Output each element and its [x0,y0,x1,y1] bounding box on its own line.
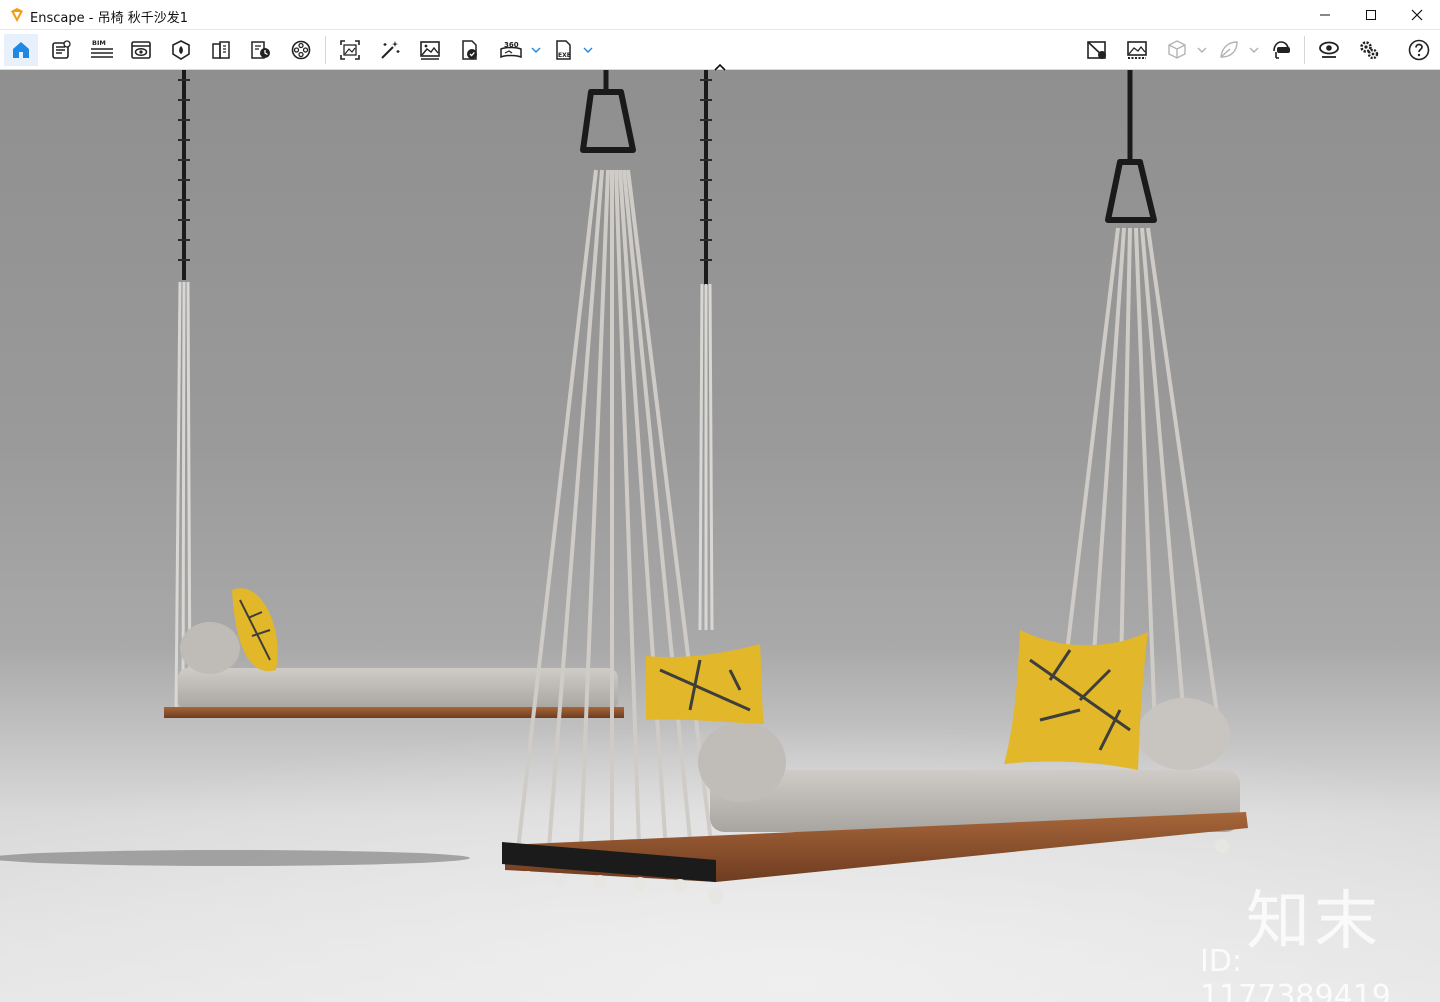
project-info-button[interactable] [44,34,78,66]
panorama-360-icon: 360 [500,41,522,59]
collapse-toolbar-button[interactable] [710,58,730,71]
app-name: Enscape [30,11,85,26]
image-export-button[interactable] [413,34,447,66]
batch-render-icon [251,41,270,59]
screenshot-button[interactable] [333,34,367,66]
views-button[interactable] [124,34,158,66]
title-bar: Enscape - 吊椅 秋千沙发1 [0,0,1440,30]
toolbar-separator [325,36,326,64]
video-editor-icon [291,40,311,60]
web-standalone-icon [462,40,477,60]
bim-button[interactable]: BIM [84,34,118,66]
map-off-button[interactable] [1080,34,1114,66]
cube-icon [1168,40,1186,59]
settings-icon [1360,41,1379,60]
screenshot-icon [340,40,360,60]
chevron-up-icon [714,63,726,71]
magic-wand-icon [381,41,400,59]
project-info-icon [52,40,71,59]
document-name: 吊椅 秋千沙发1 [97,11,188,26]
minimize-icon [1320,14,1330,16]
watermark-id: ID: 1177389419 [1200,944,1391,1002]
asset-library-button[interactable] [164,34,198,66]
front-swing [502,70,1248,904]
render-viewport[interactable]: 知末 ID: 1177389419 [0,70,1440,1002]
panorama-360-button[interactable]: 360 [493,34,527,66]
material-editor-button[interactable] [204,34,238,66]
material-editor-icon [212,41,230,59]
vr-headset-icon [1273,41,1290,59]
home-button[interactable] [4,34,38,66]
window-title: Enscape - 吊椅 秋千沙发1 [30,11,188,26]
panorama-dropdown-caret[interactable] [531,42,541,56]
views-icon [131,41,151,59]
home-icon [13,42,29,58]
settings-button[interactable] [1352,34,1386,66]
exe-export-icon: EXE [556,40,571,60]
web-standalone-button[interactable] [453,34,487,66]
magic-wand-button[interactable] [373,34,407,66]
help-icon [1408,39,1430,61]
leaf-dropdown-caret[interactable] [1249,42,1259,56]
chevron-down-icon [583,47,593,53]
chevron-down-icon [531,47,541,53]
batch-render-button[interactable] [244,34,278,66]
live-view-icon [1319,41,1339,58]
cube-dropdown-caret[interactable] [1197,42,1207,56]
map-off-icon [1087,41,1106,59]
close-icon [1411,9,1423,21]
capture-button[interactable] [1120,34,1154,66]
minimize-button[interactable] [1302,0,1348,30]
swing-chair-render [0,70,1440,1002]
exe-dropdown-caret[interactable] [583,42,593,56]
maximize-icon [1366,10,1376,20]
asset-library-icon [172,40,190,60]
enscape-logo-icon [11,8,23,22]
help-button[interactable] [1402,34,1436,66]
toolbar-separator [1304,36,1305,64]
chevron-down-icon [1249,47,1259,53]
capture-icon [1127,41,1147,59]
leaf-icon [1220,41,1238,58]
vr-headset-button[interactable] [1264,34,1298,66]
exe-export-button[interactable]: EXE [547,34,581,66]
maximize-button[interactable] [1348,0,1394,30]
live-view-button[interactable] [1312,34,1346,66]
svg-text:EXE: EXE [558,52,571,59]
chevron-down-icon [1197,47,1207,53]
video-editor-button[interactable] [284,34,318,66]
close-button[interactable] [1394,0,1440,30]
cube-button[interactable] [1160,34,1194,66]
image-export-icon [420,41,440,60]
leaf-button[interactable] [1212,34,1246,66]
bim-icon: BIM [91,39,113,58]
svg-text:BIM: BIM [92,39,106,47]
